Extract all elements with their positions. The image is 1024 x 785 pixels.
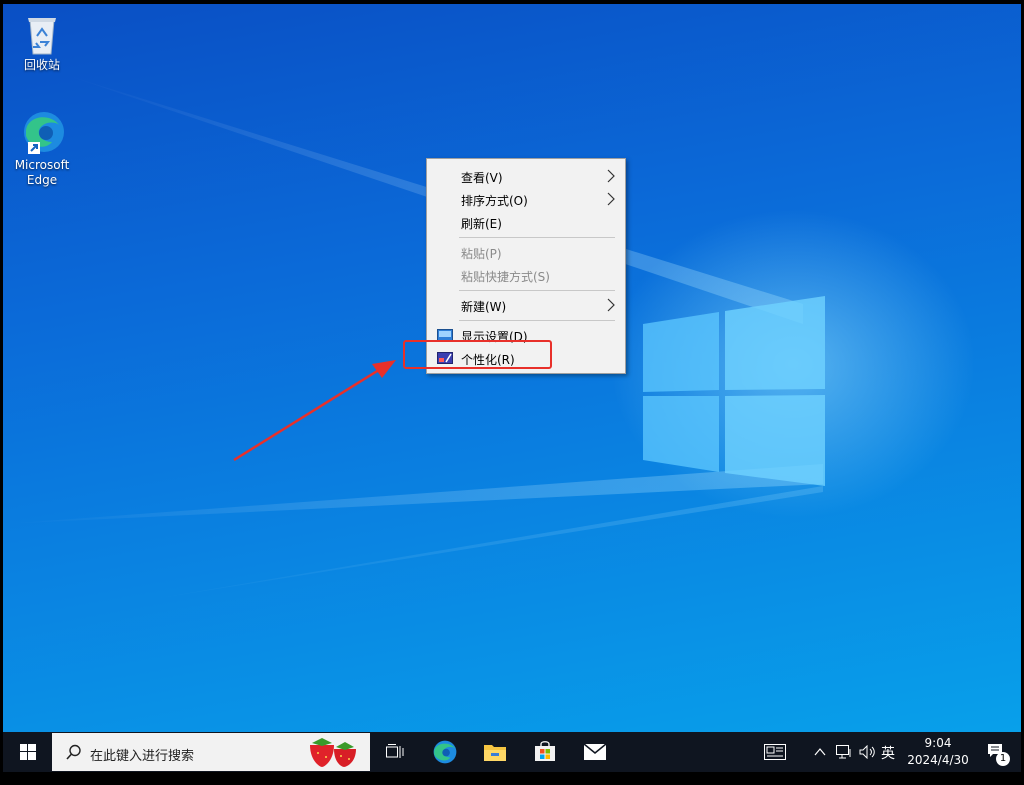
windows-logo-wallpaper [643, 296, 825, 486]
volume-button[interactable] [857, 732, 879, 772]
desktop-icon-edge[interactable]: Microsoft Edge [5, 108, 79, 188]
clock-time: 9:04 [924, 736, 952, 750]
network-button[interactable] [833, 732, 855, 772]
task-view-button[interactable] [375, 732, 415, 772]
mail-icon [583, 743, 607, 760]
chevron-right-icon [607, 192, 615, 206]
news-and-interests-button[interactable] [757, 732, 793, 772]
annotation-highlight-box [403, 340, 552, 369]
strawberry-icon [310, 738, 356, 767]
start-button[interactable] [3, 732, 51, 772]
taskbar-file-explorer-button[interactable] [475, 732, 515, 772]
taskbar-edge-button[interactable] [425, 732, 465, 772]
input-method-button[interactable]: 英 [879, 732, 901, 772]
taskbar: 在此键入进行搜索 英 9:04 2024/4/30 1 [3, 732, 1021, 772]
recycle-bin-icon [28, 18, 56, 55]
menu-item-label: 粘贴(P) [461, 247, 502, 261]
menu-separator [459, 320, 615, 321]
edge-icon [433, 740, 457, 764]
menu-separator [459, 290, 615, 291]
menu-item-label: 新建(W) [461, 300, 507, 314]
edge-label: Microsoft Edge [14, 158, 70, 187]
taskbar-clock[interactable]: 9:04 2024/4/30 [901, 735, 975, 769]
taskbar-search-box[interactable]: 在此键入进行搜索 [52, 733, 370, 771]
news-icon [764, 744, 786, 760]
menu-item-refresh[interactable]: 刷新(E) [427, 211, 625, 233]
menu-item-label: 粘贴快捷方式(S) [461, 270, 550, 284]
menu-item-label: 查看(V) [461, 171, 503, 185]
taskbar-mail-button[interactable] [575, 732, 615, 772]
volume-icon [859, 745, 875, 759]
search-placeholder: 在此键入进行搜索 [90, 749, 195, 764]
search-icon [66, 744, 81, 760]
desktop-icon-recycle-bin[interactable]: 回收站 [5, 12, 79, 73]
menu-item-view[interactable]: 查看(V) [427, 165, 625, 187]
store-icon [535, 741, 555, 761]
chevron-right-icon [607, 169, 615, 183]
clock-date: 2024/4/30 [907, 753, 969, 767]
recycle-bin-label: 回收站 [23, 58, 60, 72]
menu-item-sort[interactable]: 排序方式(O) [427, 188, 625, 210]
action-center-button[interactable]: 1 [981, 732, 1015, 772]
menu-separator [459, 237, 615, 238]
menu-item-paste-shortcut: 粘贴快捷方式(S) [427, 264, 625, 286]
menu-item-new[interactable]: 新建(W) [427, 294, 625, 316]
windows-start-icon [20, 744, 36, 760]
menu-item-paste: 粘贴(P) [427, 241, 625, 263]
menu-item-label: 排序方式(O) [461, 194, 528, 208]
network-icon [836, 745, 851, 759]
menu-item-label: 刷新(E) [461, 217, 502, 231]
task-view-icon [386, 744, 404, 758]
notification-count-badge: 1 [996, 752, 1010, 766]
file-explorer-icon [484, 745, 506, 761]
show-hidden-icons-button[interactable] [811, 732, 829, 772]
taskbar-store-button[interactable] [525, 732, 565, 772]
chevron-up-icon [814, 748, 826, 756]
edge-icon [24, 112, 64, 154]
chevron-right-icon [607, 298, 615, 312]
ime-indicator: 英 [881, 746, 895, 762]
